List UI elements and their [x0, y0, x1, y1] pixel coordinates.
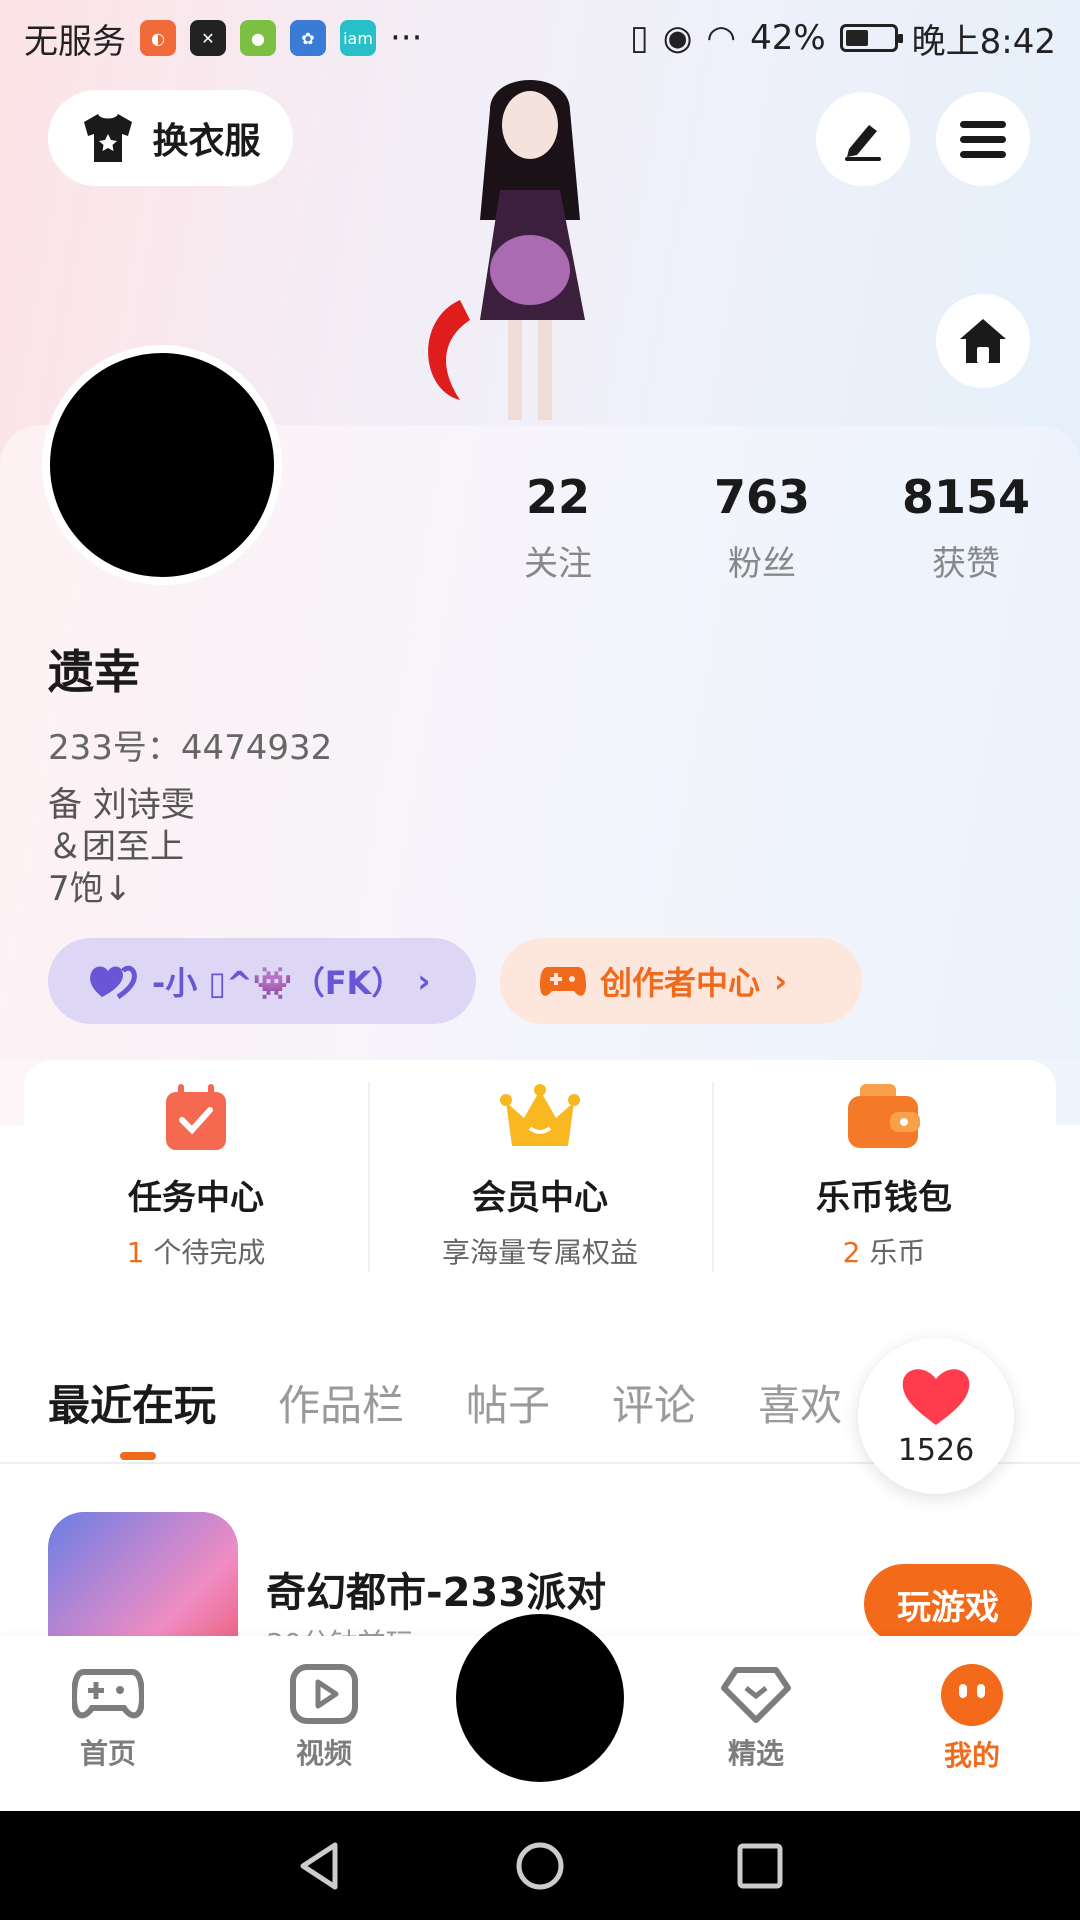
coin-wallet-subtitle: 2 乐币: [842, 1236, 926, 1269]
menu-button[interactable]: [936, 92, 1030, 186]
nav-video-label: 视频: [295, 1737, 352, 1770]
iam-icon: iam: [340, 20, 376, 56]
vip-center-title: 会员中心: [472, 1178, 608, 1218]
services-card: 任务中心 1 个待完成 会员中心 享海量专属权益 乐币钱包 2 乐币: [24, 1060, 1056, 1292]
battery-icon: [839, 24, 903, 52]
edit-profile-button[interactable]: [816, 92, 910, 186]
video-play-icon: [290, 1664, 358, 1724]
following-label: 关注: [524, 544, 592, 584]
tab-bar: 最近在玩 作品栏 帖子 评论 喜欢: [48, 1372, 842, 1433]
crown-icon: [500, 1084, 580, 1146]
baidu-icon: ✿: [290, 20, 326, 56]
task-center-subtitle: 1 个待完成: [126, 1236, 266, 1269]
house-icon: [960, 319, 1006, 363]
user-bio: 备 刘诗雯 ＆团至上 7饱↓: [48, 785, 195, 909]
fans-count: 763: [713, 470, 811, 524]
mine-face-icon: [941, 1664, 1003, 1726]
pen-icon: [845, 125, 881, 161]
group-badge-label: -小 ▯^👾（FK）: [152, 964, 404, 1002]
tab-posts[interactable]: 帖子: [466, 1372, 550, 1433]
tab-comments[interactable]: 评论: [612, 1372, 696, 1433]
vip-center-item[interactable]: 会员中心 享海量专属权益: [368, 1060, 712, 1292]
game-name: 奇幻都市-233派对: [266, 1570, 607, 1616]
wifi-icon: ◠: [706, 18, 737, 58]
fans-label: 粉丝: [728, 544, 796, 584]
likes-received-count: 8154: [901, 470, 1031, 524]
capcut-icon: ✕: [190, 20, 226, 56]
change-outfit-label: 换衣服: [152, 121, 261, 162]
gamepad-nav-icon: [72, 1669, 144, 1719]
vip-center-subtitle: 享海量专属权益: [441, 1236, 638, 1269]
username: 遗幸: [48, 645, 140, 699]
calendar-check-icon: [166, 1084, 226, 1150]
back-icon[interactable]: [295, 1841, 345, 1891]
nav-me[interactable]: 我的: [864, 1636, 1080, 1811]
tab-works[interactable]: 作品栏: [278, 1372, 404, 1433]
shirt-icon: [84, 114, 133, 162]
nav-me-label: 我的: [943, 1739, 1000, 1772]
nav-video[interactable]: 视频: [216, 1636, 432, 1811]
nav-home[interactable]: 首页: [0, 1636, 216, 1811]
likes-bubble-count: 1526: [897, 1432, 975, 1468]
following-count: 22: [525, 470, 590, 524]
nav-home-label: 首页: [79, 1737, 136, 1770]
eye-icon: ◉: [662, 18, 693, 58]
tab-recently-played[interactable]: 最近在玩: [48, 1372, 216, 1433]
chevron-right-icon: ›: [774, 962, 788, 1000]
tab-likes[interactable]: 喜欢: [758, 1372, 842, 1433]
active-tab-indicator: [120, 1452, 156, 1460]
likes-received-stat[interactable]: 8154 获赞: [866, 470, 1066, 585]
status-bar: 无服务 ◐ ✕ ● ✿ iam ··· ▯ ◉ ◠ 42% 晚上8:42: [0, 0, 1080, 76]
double-heart-icon: [90, 965, 137, 1000]
coin-wallet-title: 乐币钱包: [816, 1178, 952, 1218]
carrier-text: 无服务: [24, 21, 126, 62]
battery-percent: 42%: [750, 18, 826, 58]
hamburger-menu-icon: [960, 121, 1006, 158]
likes-bubble[interactable]: 1526: [858, 1338, 1014, 1494]
heart-diamond-icon: [721, 1667, 791, 1723]
vibrate-icon: ▯: [630, 18, 649, 58]
character-avatar-image[interactable]: [420, 70, 680, 430]
center-create-button[interactable]: [456, 1614, 624, 1782]
likes-received-label: 获赞: [932, 544, 1000, 584]
change-outfit-button[interactable]: 换衣服: [48, 90, 293, 186]
system-navigation-bar: [0, 1811, 1080, 1920]
home-button[interactable]: [936, 294, 1030, 388]
app-notification-icon: ◐: [140, 20, 176, 56]
play-game-button[interactable]: 玩游戏: [864, 1564, 1032, 1644]
green-app-icon: ●: [240, 20, 276, 56]
gamepad-icon: [540, 967, 586, 996]
coin-wallet-item[interactable]: 乐币钱包 2 乐币: [712, 1060, 1056, 1292]
clock: 晚上8:42: [911, 21, 1056, 62]
more-notifications-icon: ···: [390, 18, 423, 58]
creator-center-label: 创作者中心: [600, 964, 761, 1002]
user-id: 233号：4474932: [48, 728, 333, 768]
fans-stat[interactable]: 763 粉丝: [662, 470, 862, 585]
home-circle-icon[interactable]: [515, 1841, 565, 1891]
task-center-item[interactable]: 任务中心 1 个待完成: [24, 1060, 368, 1292]
recents-icon[interactable]: [735, 1841, 785, 1891]
wallet-icon: [848, 1084, 920, 1148]
chevron-right-icon: ›: [417, 962, 431, 1000]
following-stat[interactable]: 22 关注: [458, 470, 658, 585]
creator-center-button[interactable]: 创作者中心 ›: [500, 938, 862, 1024]
nav-featured[interactable]: 精选: [648, 1636, 864, 1811]
user-avatar[interactable]: [42, 345, 282, 585]
task-center-title: 任务中心: [128, 1178, 264, 1218]
heart-icon: [902, 1368, 970, 1425]
group-badge-button[interactable]: -小 ▯^👾（FK） ›: [48, 938, 476, 1024]
nav-featured-label: 精选: [727, 1737, 784, 1770]
